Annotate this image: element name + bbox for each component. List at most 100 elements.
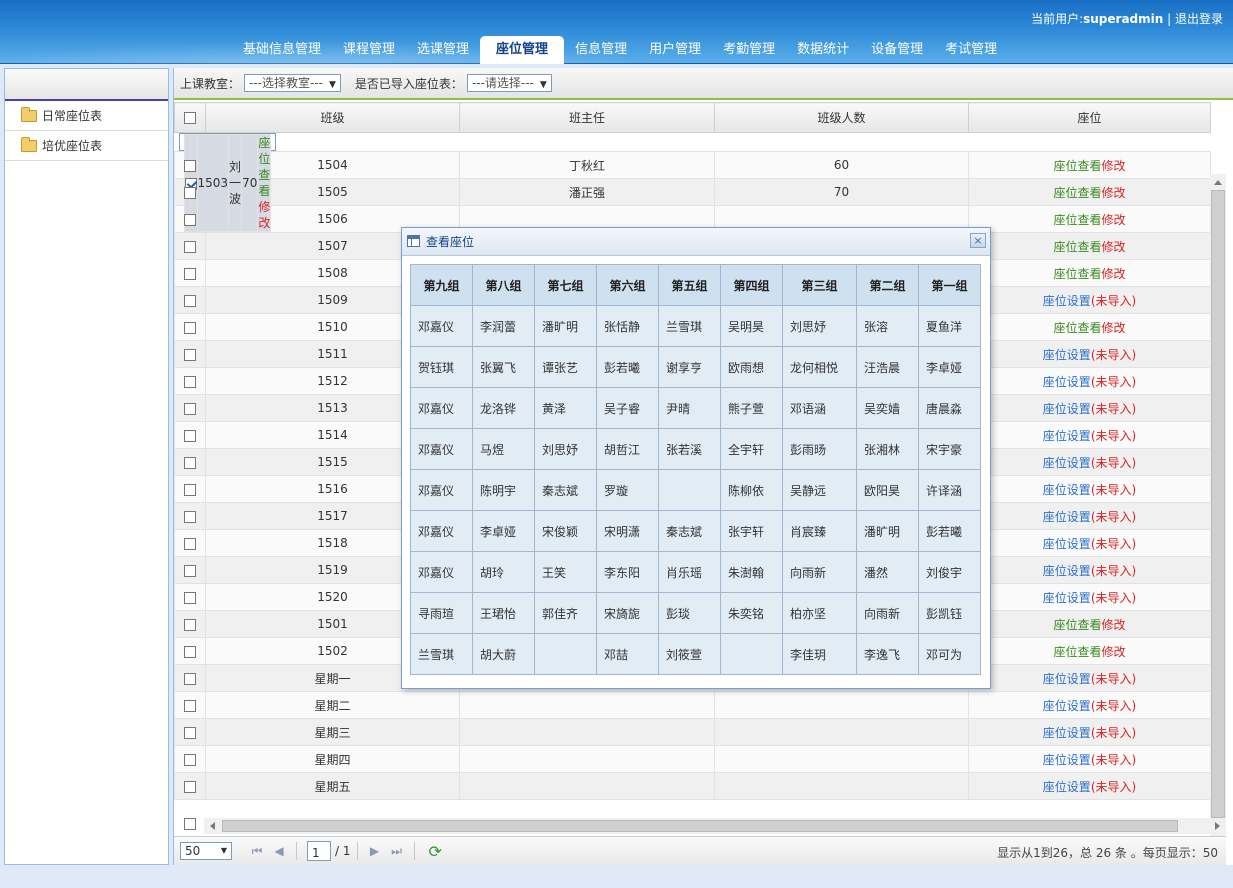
seat-cell[interactable]: 邓嘉仪	[410, 551, 473, 593]
seat-cell[interactable]: 潘旷明	[856, 510, 919, 552]
row-checkbox[interactable]	[184, 294, 196, 307]
setup-seat-link[interactable]: 座位设置	[1043, 537, 1091, 551]
seat-cell[interactable]: 潘旷明	[534, 305, 597, 347]
row-checkbox-cell[interactable]	[174, 610, 206, 638]
row-checkbox[interactable]	[184, 726, 196, 739]
seat-cell[interactable]: 邓嘉仪	[410, 387, 473, 429]
seat-cell[interactable]: 张溶	[856, 305, 919, 347]
seat-cell[interactable]: 宋宇豪	[918, 428, 981, 470]
seat-cell[interactable]: 彭若曦	[918, 510, 981, 552]
seat-cell[interactable]: 谭张艺	[534, 346, 597, 388]
setup-seat-link[interactable]: 座位设置	[1043, 294, 1091, 308]
seat-cell[interactable]: 龙何相悦	[782, 346, 857, 388]
setup-seat-link[interactable]: 座位设置	[1043, 375, 1091, 389]
page-size-select[interactable]: 50 ▼	[180, 842, 232, 860]
setup-seat-link[interactable]: 座位设置	[1043, 402, 1091, 416]
seat-cell[interactable]: 朱澍翰	[720, 551, 783, 593]
view-seat-link[interactable]: 座位查看	[258, 136, 270, 198]
row-checkbox[interactable]	[184, 159, 196, 172]
last-page-icon[interactable]: ⏭	[389, 843, 405, 859]
seat-cell[interactable]: 向雨新	[782, 551, 857, 593]
seat-cell[interactable]: 胡玲	[472, 551, 535, 593]
edit-seat-link[interactable]: 修改	[258, 200, 270, 230]
row-checkbox-cell[interactable]	[174, 529, 206, 557]
seat-cell[interactable]: 胡哲江	[596, 428, 659, 470]
seat-cell[interactable]: 龙洛铧	[472, 387, 535, 429]
seat-cell[interactable]: 马煜	[472, 428, 535, 470]
seat-cell[interactable]: 宋俊颖	[534, 510, 597, 552]
setup-seat-link[interactable]: 座位设置	[1043, 456, 1091, 470]
row-checkbox[interactable]	[184, 780, 196, 793]
seat-cell[interactable]: 吴静远	[782, 469, 857, 511]
scroll-up-icon[interactable]	[1214, 180, 1222, 185]
seat-cell[interactable]: 张翼飞	[472, 346, 535, 388]
nav-item-8[interactable]: 设备管理	[860, 36, 934, 64]
row-checkbox-cell[interactable]	[174, 718, 206, 746]
table-row[interactable]: 星期二 座位设置(未导入)	[174, 691, 1211, 719]
seat-cell[interactable]: 张若溪	[658, 428, 721, 470]
nav-item-4[interactable]: 信息管理	[564, 36, 638, 64]
logout-link[interactable]: 退出登录	[1175, 12, 1223, 26]
column-header-class[interactable]: 班级	[205, 102, 460, 133]
table-row[interactable]: 1504 丁秋红 60 座位查看修改	[174, 151, 1211, 179]
select-all-cell[interactable]	[174, 102, 206, 133]
refresh-icon[interactable]: ⟳	[429, 842, 442, 861]
seat-cell[interactable]: 唐晨淼	[918, 387, 981, 429]
seat-cell[interactable]: 彭雨旸	[782, 428, 857, 470]
seat-cell[interactable]: 朱奕铭	[720, 592, 783, 634]
next-page-icon[interactable]: ▶	[367, 843, 383, 859]
row-checkbox[interactable]	[184, 213, 196, 226]
row-checkbox[interactable]	[184, 510, 196, 523]
column-header-count[interactable]: 班级人数	[714, 102, 969, 133]
seat-cell[interactable]: 全宇轩	[720, 428, 783, 470]
seat-cell[interactable]: 李润蕾	[472, 305, 535, 347]
hscroll-thumb[interactable]	[222, 820, 1178, 832]
seat-cell[interactable]: 邓嘉仪	[410, 469, 473, 511]
nav-item-3[interactable]: 座位管理	[480, 36, 565, 64]
seat-cell[interactable]: 宋明潇	[596, 510, 659, 552]
seat-cell[interactable]: 刘思妤	[534, 428, 597, 470]
row-checkbox-cell[interactable]	[174, 745, 206, 773]
view-seat-link[interactable]: 座位查看	[1053, 618, 1101, 632]
row-checkbox[interactable]	[184, 429, 196, 442]
table-row[interactable]: 星期五 座位设置(未导入)	[174, 772, 1211, 800]
edit-seat-link[interactable]: 修改	[1102, 159, 1126, 173]
view-seat-link[interactable]: 座位查看	[1053, 645, 1101, 659]
seat-cell[interactable]: 向雨新	[856, 592, 919, 634]
seat-cell[interactable]: 张湘林	[856, 428, 919, 470]
row-checkbox[interactable]	[184, 240, 196, 253]
seat-cell[interactable]: 罗璇	[596, 469, 659, 511]
row-checkbox[interactable]	[184, 699, 196, 712]
partial-row-checkbox-cell[interactable]	[174, 816, 205, 836]
row-checkbox-cell[interactable]	[174, 259, 206, 287]
view-seat-link[interactable]: 座位查看	[1053, 213, 1101, 227]
setup-seat-link[interactable]: 座位设置	[1043, 348, 1091, 362]
seat-cell[interactable]: 欧阳昊	[856, 469, 919, 511]
close-icon[interactable]: ×	[970, 233, 986, 248]
seat-cell[interactable]: 兰雪琪	[658, 305, 721, 347]
sidebar-item-advanced-seating[interactable]: 培优座位表	[5, 131, 168, 161]
edit-seat-link[interactable]: 修改	[1102, 186, 1126, 200]
row-checkbox[interactable]	[184, 321, 196, 334]
row-checkbox[interactable]	[184, 618, 196, 631]
nav-item-5[interactable]: 用户管理	[638, 36, 712, 64]
edit-seat-link[interactable]: 修改	[1102, 213, 1126, 227]
nav-item-6[interactable]: 考勤管理	[712, 36, 786, 64]
setup-seat-link[interactable]: 座位设置	[1043, 726, 1091, 740]
view-seat-link[interactable]: 座位查看	[1053, 321, 1101, 335]
setup-seat-link[interactable]: 座位设置	[1043, 699, 1091, 713]
seat-cell[interactable]: 王笑	[534, 551, 597, 593]
seat-cell[interactable]: 郭佳齐	[534, 592, 597, 634]
seat-cell[interactable]: 张宇轩	[720, 510, 783, 552]
seat-cell[interactable]: 李卓娅	[472, 510, 535, 552]
row-checkbox-cell[interactable]	[174, 421, 206, 449]
nav-item-1[interactable]: 课程管理	[332, 36, 406, 64]
scroll-left-icon[interactable]	[210, 822, 215, 830]
row-checkbox[interactable]	[184, 483, 196, 496]
seat-cell[interactable]: 邓嘉仪	[410, 510, 473, 552]
row-checkbox-cell[interactable]	[174, 772, 206, 800]
setup-seat-link[interactable]: 座位设置	[1043, 510, 1091, 524]
sidebar-item-daily-seating[interactable]: 日常座位表	[5, 101, 168, 131]
row-checkbox-cell[interactable]	[174, 637, 206, 665]
table-row[interactable]: 星期四 座位设置(未导入)	[174, 745, 1211, 773]
